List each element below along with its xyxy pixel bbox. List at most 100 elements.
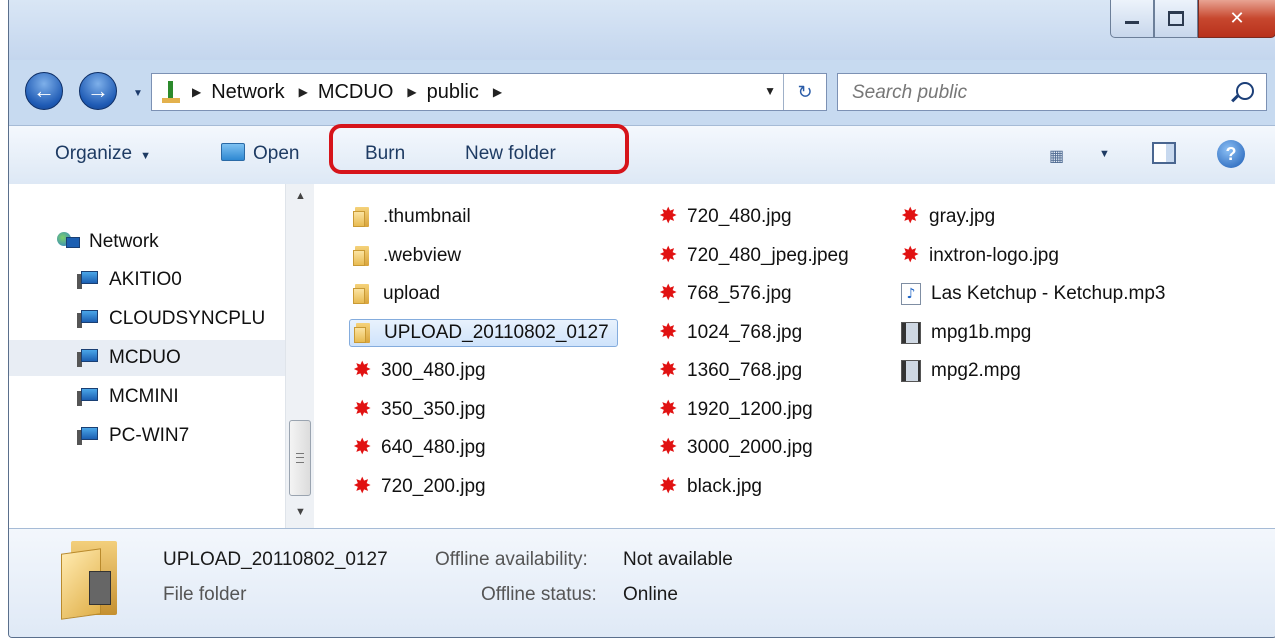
video-file-icon bbox=[901, 360, 921, 383]
window-controls: ✕ bbox=[1110, 0, 1275, 44]
list-item[interactable]: ✸ inxtron-logo.jpg bbox=[901, 237, 1165, 276]
breadcrumb-separator-icon[interactable]: ▶ bbox=[299, 85, 308, 99]
list-item[interactable]: ✸ 720_200.jpg bbox=[353, 468, 618, 507]
image-file-icon: ✸ bbox=[353, 473, 372, 499]
nav-item-label: MCDUO bbox=[109, 347, 181, 368]
computer-icon bbox=[77, 388, 99, 406]
search-placeholder: Search public bbox=[852, 82, 968, 103]
list-item[interactable]: mpg1b.mpg bbox=[901, 314, 1165, 353]
file-name: 720_480_jpeg.jpeg bbox=[687, 244, 849, 266]
file-name: 1024_768.jpg bbox=[687, 321, 803, 343]
folder-icon bbox=[353, 245, 371, 266]
details-pane: UPLOAD_20110802_0127 File folder Offline… bbox=[9, 528, 1275, 637]
list-item[interactable]: ✸ 768_576.jpg bbox=[659, 275, 849, 314]
folder-icon bbox=[354, 322, 372, 343]
file-name: 1360_768.jpg bbox=[687, 360, 803, 382]
list-item[interactable]: ✸ 300_480.jpg bbox=[353, 352, 618, 391]
image-file-icon: ✸ bbox=[659, 473, 678, 499]
list-item[interactable]: .webview bbox=[353, 237, 618, 276]
close-button[interactable]: ✕ bbox=[1198, 0, 1275, 38]
file-name: black.jpg bbox=[687, 475, 762, 497]
maximize-button[interactable] bbox=[1154, 0, 1198, 38]
offline-availability-value: Not available bbox=[623, 549, 733, 570]
list-item[interactable]: ✸ 640_480.jpg bbox=[353, 429, 618, 468]
computer-icon bbox=[77, 271, 99, 289]
list-item[interactable]: ✸ 3000_2000.jpg bbox=[659, 429, 849, 468]
list-item[interactable]: ✸ 1360_768.jpg bbox=[659, 352, 849, 391]
organize-menu[interactable]: Organize ▼ bbox=[55, 143, 151, 165]
navigation-row: ← → ▼ ▶ Network ▶ MCDUO ▶ public ▶ ▼ ↻ S… bbox=[9, 70, 1275, 116]
computer-icon bbox=[77, 349, 99, 367]
nav-item-cloudsyncplu[interactable]: CLOUDSYNCPLU bbox=[9, 301, 285, 337]
open-button[interactable]: Open bbox=[221, 143, 299, 165]
folder-thumbnail-icon bbox=[61, 541, 123, 620]
nav-item-mcmini[interactable]: MCMINI bbox=[9, 379, 285, 415]
list-item[interactable]: .thumbnail bbox=[353, 198, 618, 237]
list-item[interactable]: ✸ 1920_1200.jpg bbox=[659, 391, 849, 430]
image-file-icon: ✸ bbox=[659, 358, 678, 384]
nav-item-label: CLOUDSYNCPLU bbox=[109, 308, 266, 329]
file-name: 3000_2000.jpg bbox=[687, 437, 813, 459]
file-name: 768_576.jpg bbox=[687, 283, 792, 305]
open-label: Open bbox=[253, 143, 300, 164]
file-name: inxtron-logo.jpg bbox=[929, 244, 1059, 266]
folder-icon bbox=[353, 284, 371, 305]
nav-item-pc-win7[interactable]: PC-WIN7 bbox=[9, 418, 285, 454]
scroll-down-icon[interactable]: ▼ bbox=[295, 506, 306, 518]
scroll-up-icon[interactable]: ▲ bbox=[295, 190, 306, 202]
selected-item-box: UPLOAD_20110802_0127 bbox=[349, 318, 618, 347]
refresh-button[interactable]: ↻ bbox=[783, 74, 826, 110]
forward-arrow-icon: → bbox=[87, 78, 109, 103]
folder-icon bbox=[353, 207, 371, 228]
search-box[interactable]: Search public bbox=[837, 73, 1267, 111]
breadcrumb-separator-icon[interactable]: ▶ bbox=[407, 85, 416, 99]
list-item[interactable]: ✸ black.jpg bbox=[659, 468, 849, 507]
minimize-button[interactable] bbox=[1110, 0, 1154, 38]
breadcrumb-separator-icon[interactable]: ▶ bbox=[192, 85, 201, 99]
list-item[interactable]: ✸ gray.jpg bbox=[901, 198, 1165, 237]
search-icon[interactable] bbox=[1236, 82, 1254, 100]
list-item[interactable]: mpg2.mpg bbox=[901, 352, 1165, 391]
file-name: Las Ketchup - Ketchup.mp3 bbox=[931, 283, 1166, 305]
nav-item-akitio0[interactable]: AKITIO0 bbox=[9, 262, 285, 298]
address-bar[interactable]: ▶ Network ▶ MCDUO ▶ public ▶ ▼ ↻ bbox=[151, 73, 827, 111]
list-item-selected[interactable]: UPLOAD_20110802_0127 bbox=[349, 314, 618, 353]
refresh-icon: ↻ bbox=[797, 81, 813, 102]
change-view-icon[interactable]: ▦ bbox=[1049, 146, 1064, 166]
image-file-icon: ✸ bbox=[901, 242, 920, 268]
command-bar: Organize ▼ Open Burn New folder ▦ ▼ ? bbox=[9, 125, 1275, 185]
help-icon[interactable]: ? bbox=[1217, 140, 1245, 168]
scrollbar-thumb[interactable] bbox=[289, 420, 311, 496]
breadcrumb-separator-icon[interactable]: ▶ bbox=[493, 85, 502, 99]
breadcrumb-public[interactable]: public bbox=[427, 81, 479, 104]
list-item[interactable]: ✸ 1024_768.jpg bbox=[659, 314, 849, 353]
address-history-dropdown[interactable]: ▼ bbox=[764, 84, 776, 98]
file-name: 720_200.jpg bbox=[381, 475, 486, 497]
nav-pane-scrollbar[interactable]: ▲ ▼ bbox=[285, 184, 314, 528]
recent-pages-dropdown[interactable]: ▼ bbox=[133, 88, 143, 99]
file-column-1: .thumbnail .webview upload UPLOAD_201108… bbox=[349, 198, 618, 507]
list-item[interactable]: ✸ 720_480.jpg bbox=[659, 198, 849, 237]
list-item[interactable]: upload bbox=[353, 275, 618, 314]
list-item[interactable]: ✸ 720_480_jpeg.jpeg bbox=[659, 237, 849, 276]
title-bar: ✕ bbox=[9, 0, 1275, 60]
list-item[interactable]: ♪ Las Ketchup - Ketchup.mp3 bbox=[901, 275, 1165, 314]
forward-button[interactable]: → bbox=[79, 72, 117, 110]
breadcrumb-mcduo[interactable]: MCDUO bbox=[318, 81, 394, 104]
preview-pane-icon[interactable] bbox=[1152, 142, 1176, 164]
back-button[interactable]: ← bbox=[25, 72, 63, 110]
list-item[interactable]: ✸ 350_350.jpg bbox=[353, 391, 618, 430]
views-dropdown-icon[interactable]: ▼ bbox=[1099, 148, 1110, 160]
file-column-2: ✸ 720_480.jpg ✸ 720_480_jpeg.jpeg ✸ 768_576… bbox=[659, 198, 849, 506]
breadcrumb: ▶ Network ▶ MCDUO ▶ public ▶ bbox=[192, 81, 512, 104]
selection-highlight-annotation bbox=[329, 124, 629, 174]
breadcrumb-network[interactable]: Network bbox=[211, 81, 284, 104]
image-file-icon: ✸ bbox=[659, 396, 678, 422]
file-name: 720_480.jpg bbox=[687, 206, 792, 228]
image-file-icon: ✸ bbox=[353, 396, 372, 422]
image-file-icon: ✸ bbox=[659, 204, 678, 230]
nav-item-mcduo[interactable]: MCDUO bbox=[9, 340, 285, 376]
image-file-icon: ✸ bbox=[659, 242, 678, 268]
file-name: 640_480.jpg bbox=[381, 437, 486, 459]
nav-item-network[interactable]: Network bbox=[9, 224, 285, 260]
